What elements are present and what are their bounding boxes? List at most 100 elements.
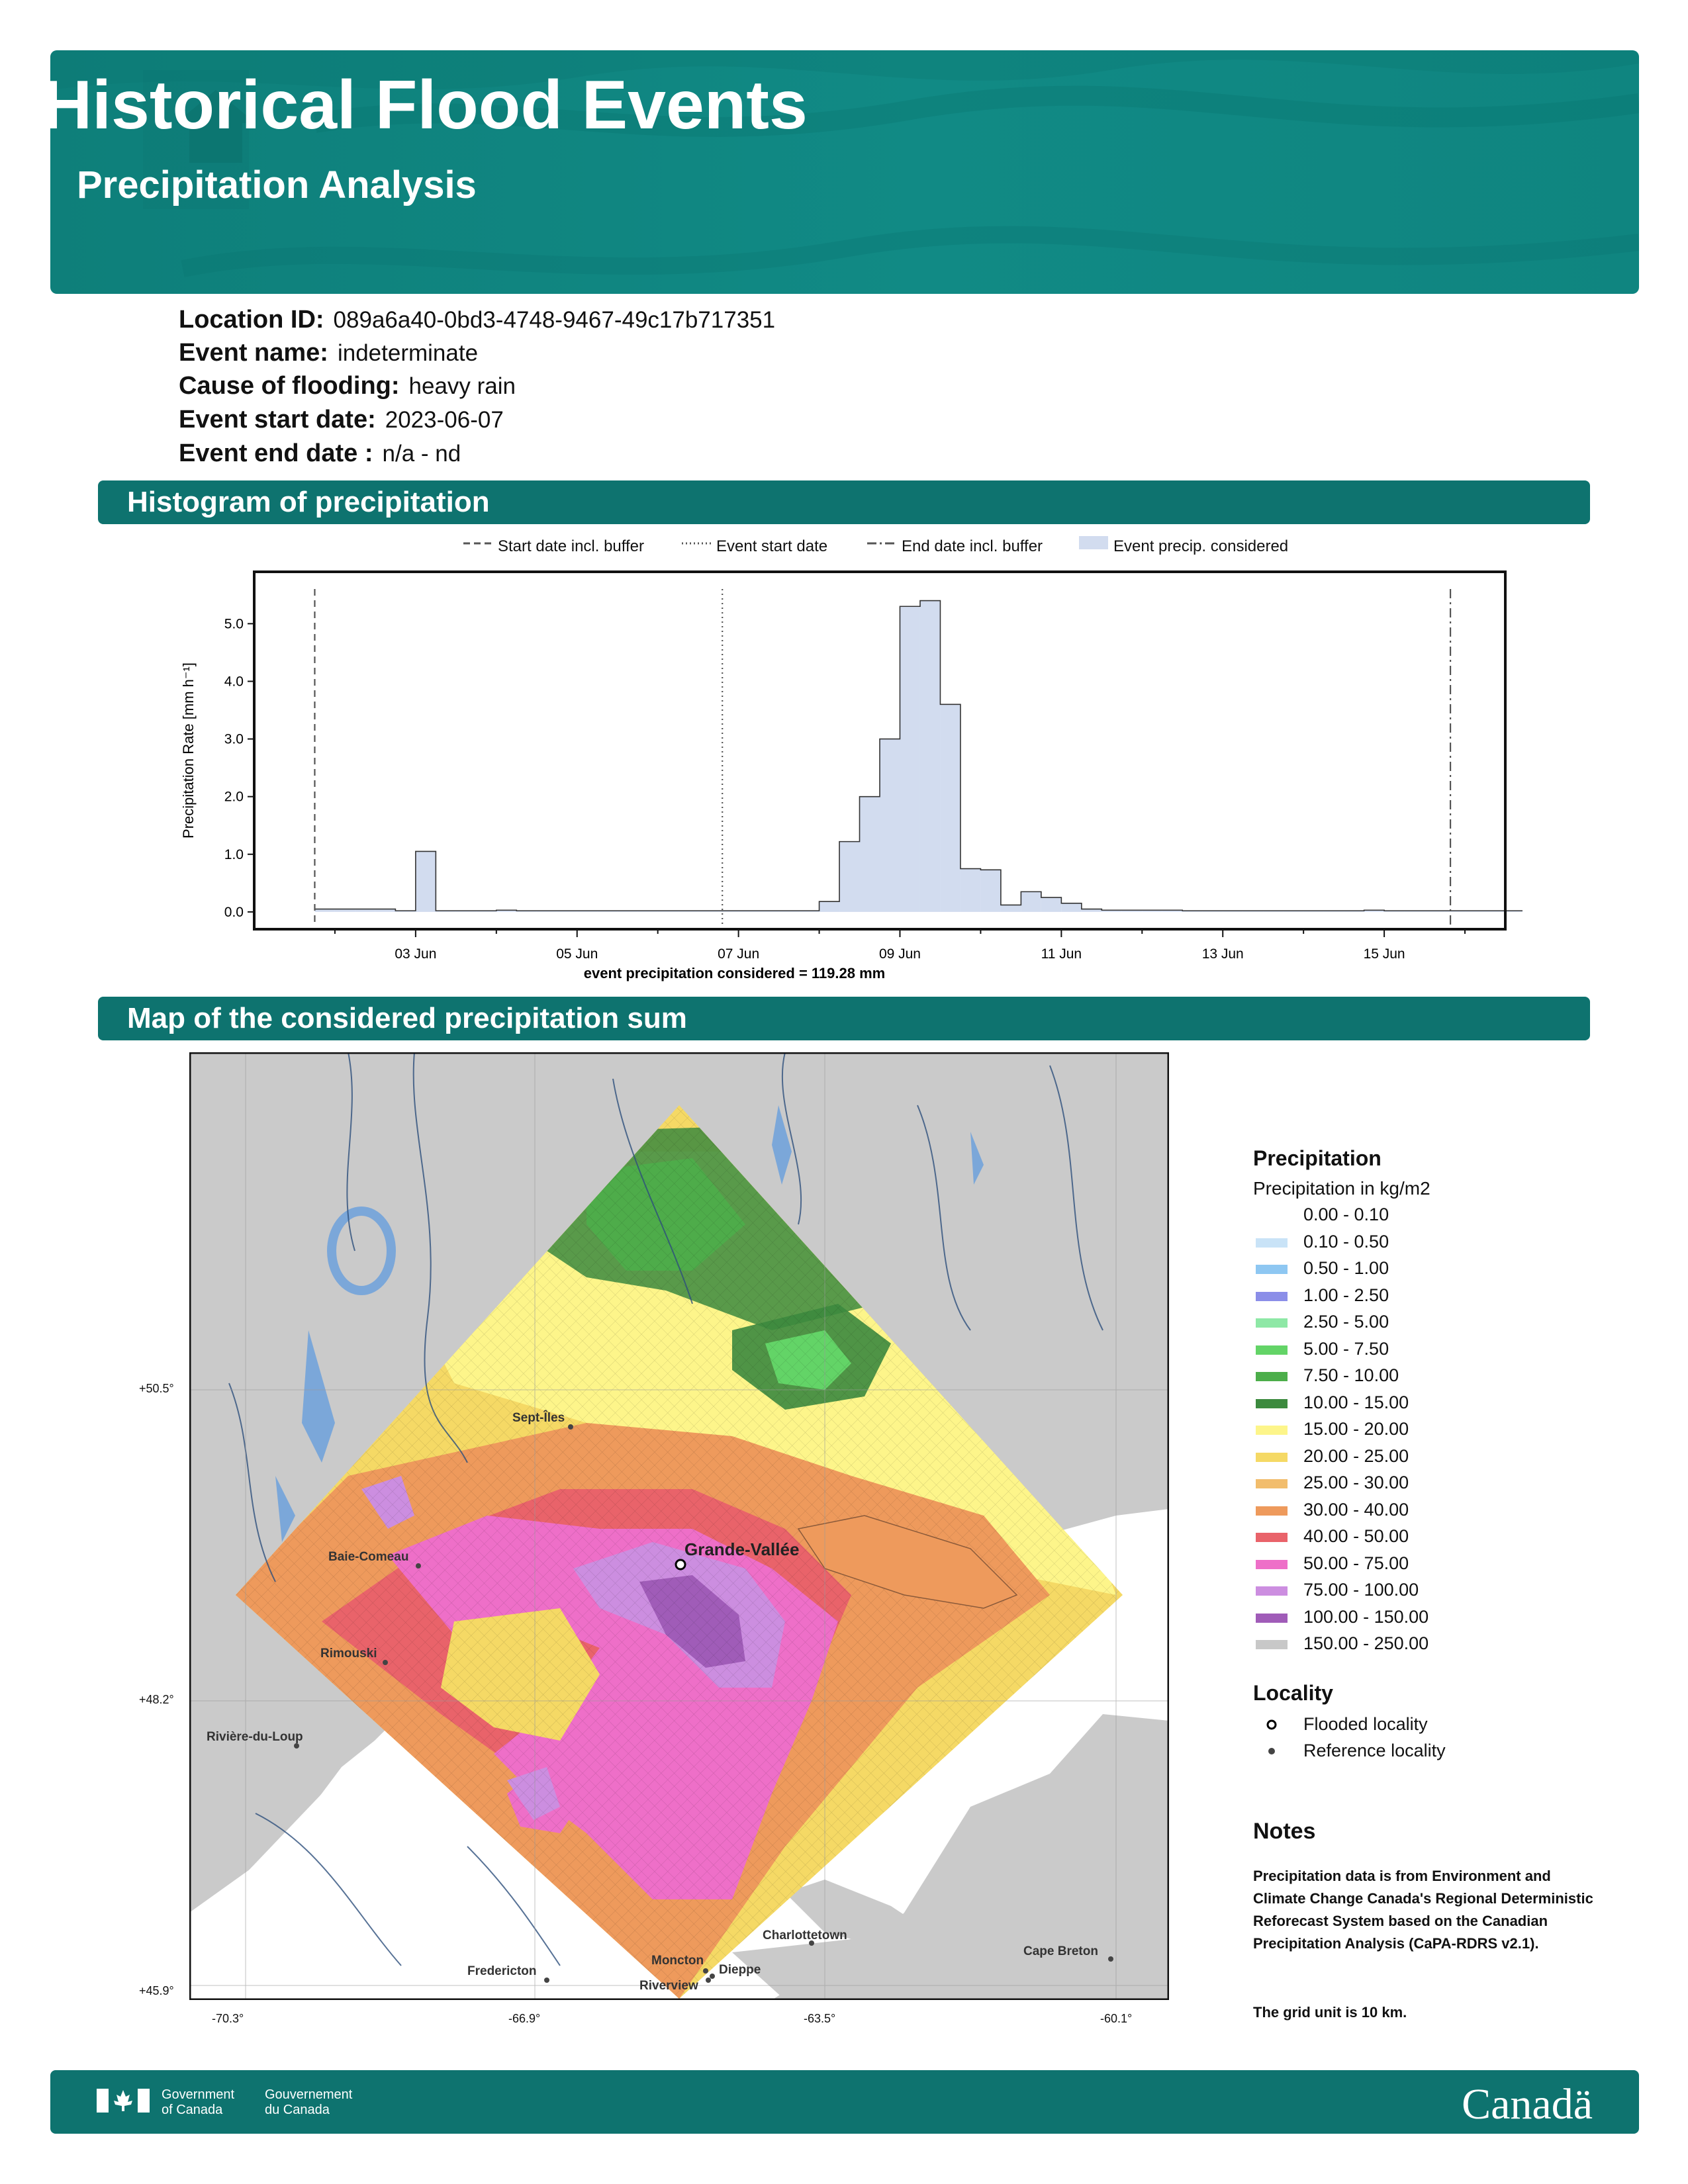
- info-value: 2023-06-07: [385, 407, 504, 433]
- page-title: Historical Flood Events: [42, 67, 808, 144]
- legend-class: 50.00 - 75.00: [1253, 1553, 1611, 1580]
- histogram-event-fill: [314, 600, 1523, 912]
- y-tick-label: 5.0: [224, 616, 244, 631]
- legend-class-label: 50.00 - 75.00: [1303, 1553, 1409, 1573]
- lat-label-1: +50.5°: [139, 1382, 174, 1395]
- info-value: n/a - nd: [382, 441, 461, 467]
- locality-cape-breton: Cape Breton: [1023, 1944, 1098, 1958]
- lon-label-3: -63.5°: [804, 2012, 836, 2025]
- histogram-bar: [819, 901, 840, 912]
- info-row: Event name: indeterminate: [179, 339, 478, 367]
- histogram-y-label: Precipitation Rate [mm h⁻¹]: [180, 662, 197, 839]
- x-tick-label: 13 Jun: [1202, 946, 1244, 962]
- legend-class-label: 75.00 - 100.00: [1303, 1580, 1419, 1600]
- info-value: heavy rain: [408, 373, 516, 399]
- y-tick-label: 2.0: [224, 790, 244, 805]
- legend-class-label: 0.00 - 0.10: [1303, 1205, 1389, 1224]
- legend-swatch: [1256, 1265, 1288, 1274]
- legend-class: 75.00 - 100.00: [1253, 1580, 1611, 1606]
- legend-class: 100.00 - 150.00: [1253, 1607, 1611, 1633]
- info-row: Location ID: 089a6a40-0bd3-4748-9467-49c1…: [179, 306, 775, 334]
- histogram-bar: [919, 600, 941, 912]
- legend-flooded-locality: Flooded locality: [1253, 1714, 1611, 1741]
- canada-wordmark: Canadä: [1462, 2080, 1593, 2128]
- legend-class-label: 10.00 - 15.00: [1303, 1392, 1409, 1412]
- y-tick-label: 3.0: [224, 732, 244, 747]
- map-section-title: Map of the considered precipitation sum: [127, 1002, 687, 1034]
- map-legend: Precipitation Precipitation in kg/m2 0.0…: [1253, 1138, 1624, 1767]
- legend-class: 150.00 - 250.00: [1253, 1633, 1611, 1660]
- locality-legend-title: Locality: [1253, 1681, 1333, 1705]
- legend-class: 15.00 - 20.00: [1253, 1419, 1611, 1445]
- gov-en: Government of Canada: [162, 2087, 235, 2117]
- legend-class: 30.00 - 40.00: [1253, 1500, 1611, 1526]
- legend-title: Precipitation: [1253, 1146, 1382, 1170]
- legend-swatch: [1256, 1559, 1288, 1569]
- legend-class: 0.50 - 1.00: [1253, 1258, 1611, 1285]
- lon-label-2: -66.9°: [508, 2012, 541, 2025]
- legend-swatch: [1256, 1426, 1288, 1435]
- legend-swatch: [1256, 1533, 1288, 1542]
- info-value: indeterminate: [337, 340, 479, 366]
- info-label: Event end date :: [179, 439, 373, 467]
- legend-class-label: 40.00 - 50.00: [1303, 1526, 1409, 1546]
- legend-swatch: [1256, 1613, 1288, 1623]
- legend-swatch: [1256, 1372, 1288, 1381]
- legend-class: 25.00 - 30.00: [1253, 1473, 1611, 1499]
- histogram-bar: [1061, 903, 1082, 912]
- locality-sept-iles: Sept-Îles: [512, 1410, 565, 1425]
- map-section-bar: Map of the considered precipitation sum: [98, 997, 1590, 1040]
- legend-class: 7.50 - 10.00: [1253, 1365, 1611, 1392]
- locality-dieppe: Dieppe: [719, 1963, 761, 1977]
- x-tick-label: 05 Jun: [556, 946, 598, 962]
- legend-swatch: [1256, 1398, 1288, 1408]
- x-tick-label: 11 Jun: [1041, 946, 1082, 962]
- info-label: Cause of flooding:: [179, 372, 400, 400]
- notes-title: Notes: [1253, 1819, 1316, 1844]
- gov-fr: Gouvernement du Canada: [265, 2087, 353, 2117]
- legend-class: 5.00 - 7.50: [1253, 1339, 1611, 1365]
- histogram-bar: [1000, 905, 1021, 912]
- flooded-locality-label: Grande-Vallée: [684, 1539, 799, 1559]
- histogram-bar: [880, 739, 900, 912]
- legend-class-label: 7.50 - 10.00: [1303, 1365, 1399, 1385]
- histogram-legend: Start date incl. buffer Event start date…: [463, 536, 1289, 555]
- legend-class-label: 100.00 - 150.00: [1303, 1606, 1429, 1627]
- canada-flag-icon: [97, 2089, 150, 2113]
- info-label: Event name:: [179, 339, 328, 367]
- histogram-y-axis: 0.0 1.0 2.0 3.0 4.0 5.0: [224, 616, 254, 920]
- legend-class-label: 25.00 - 30.00: [1303, 1473, 1409, 1492]
- legend-swatch: [1256, 1452, 1288, 1462]
- histogram-bar: [900, 606, 920, 912]
- legend-class: 10.00 - 15.00: [1253, 1392, 1611, 1419]
- legend-subtitle: Precipitation in kg/m2: [1253, 1178, 1430, 1199]
- precipitation-map: Sept-Îles Baie-Comeau Rimouski Rivière-d…: [189, 1052, 1169, 2000]
- legend-class-label: 20.00 - 25.00: [1303, 1445, 1409, 1466]
- histogram-bar: [1041, 897, 1062, 912]
- legend-class-label: 0.10 - 0.50: [1303, 1231, 1389, 1251]
- locality-moncton: Moncton: [651, 1954, 704, 1968]
- notes-text: Precipitation data is from Environment a…: [1253, 1868, 1593, 1952]
- locality-fredericton: Fredericton: [467, 1964, 537, 1978]
- histogram-bar: [980, 870, 1001, 912]
- notes-grid-unit: The grid unit is 10 km.: [1253, 2004, 1407, 2021]
- legend-swatch: [1256, 1345, 1288, 1355]
- histogram-bar: [960, 868, 981, 912]
- info-row: Event end date : n/a - nd: [179, 439, 461, 468]
- x-tick-label: 09 Jun: [879, 946, 921, 962]
- legend-class: 20.00 - 25.00: [1253, 1446, 1611, 1473]
- y-tick-label: 0.0: [224, 905, 244, 920]
- info-label: Location ID:: [179, 306, 324, 334]
- locality-riverview: Riverview: [639, 1979, 698, 1993]
- legend-swatch: [1256, 1506, 1288, 1516]
- legend-class-label: 1.00 - 2.50: [1303, 1285, 1389, 1305]
- legend-swatch: [1256, 1640, 1288, 1649]
- y-tick-label: 4.0: [224, 674, 244, 689]
- histogram-summary: event precipitation considered = 119.28 …: [584, 965, 885, 981]
- legend-swatch: [1256, 1479, 1288, 1488]
- legend-class: 0.00 - 0.10: [1253, 1205, 1611, 1231]
- histogram-bar: [1021, 891, 1041, 912]
- legend-swatch: [1256, 1318, 1288, 1328]
- legend-class: 1.00 - 2.50: [1253, 1285, 1611, 1312]
- legend-class: 2.50 - 5.00: [1253, 1312, 1611, 1338]
